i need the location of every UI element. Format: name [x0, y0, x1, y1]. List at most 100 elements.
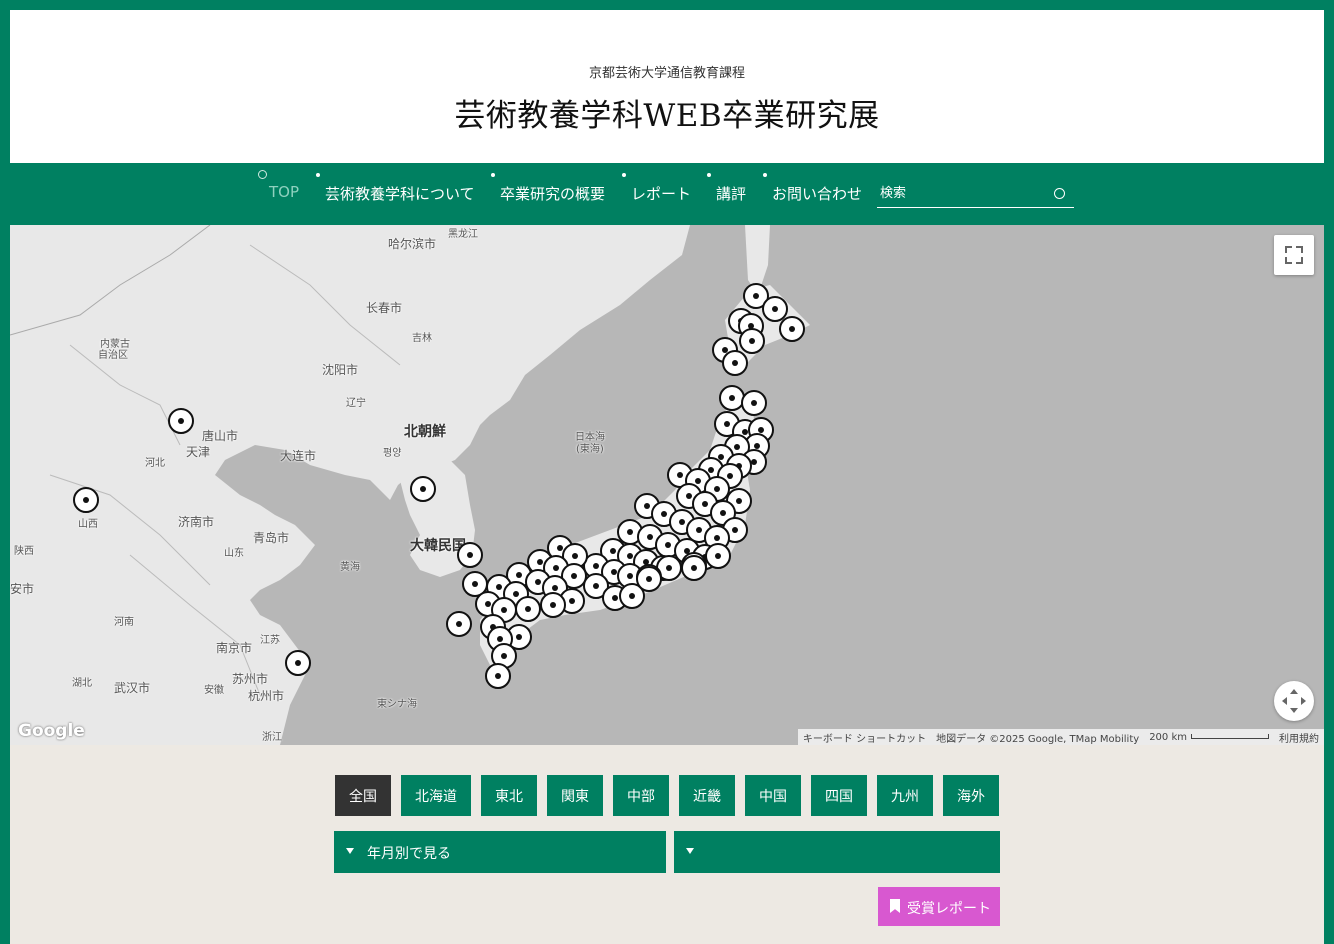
region-button-hokkaido[interactable]: 北海道	[401, 775, 471, 816]
map-pan-control[interactable]	[1274, 681, 1314, 721]
region-button-shikoku[interactable]: 四国	[811, 775, 867, 816]
map-marker[interactable]	[722, 350, 748, 376]
region-button-kyushu[interactable]: 九州	[877, 775, 933, 816]
map-marker[interactable]	[410, 476, 436, 502]
region-button-kanto[interactable]: 関東	[547, 775, 603, 816]
map-marker[interactable]	[485, 663, 511, 689]
map-label-pyongyang: 평양	[383, 448, 402, 459]
nav-item-reviews[interactable]: 講評	[716, 183, 746, 204]
map-label-hubei: 湖北	[72, 678, 92, 689]
map-label-shaanxi: 陕西	[14, 546, 34, 557]
map-attribution: キーボード ショートカット 地図データ ©2025 Google, TMap M…	[797, 729, 1324, 745]
bookmark-icon	[890, 899, 900, 913]
region-button-all[interactable]: 全国	[335, 775, 391, 816]
nav-item-overview[interactable]: 卒業研究の概要	[500, 183, 605, 204]
map-marker[interactable]	[779, 316, 805, 342]
nav-dot	[707, 173, 711, 177]
map-label-xian: 安市	[10, 582, 35, 596]
google-logo: Google	[18, 721, 85, 741]
map-data-credit: 地図データ ©2025 Google, TMap Mobility	[936, 733, 1140, 745]
map-label-shandong: 山东	[224, 548, 244, 559]
region-button-tohoku[interactable]: 東北	[481, 775, 537, 816]
map-marker[interactable]	[457, 542, 483, 568]
map-scale-bar	[1191, 734, 1269, 739]
map-label-changchun: 长春市	[366, 301, 403, 315]
map-label-north-korea: 北朝鮮	[404, 424, 446, 440]
map-label-liaoning: 辽宁	[346, 398, 366, 409]
map-label-east-china-sea: 東シナ海	[377, 699, 417, 710]
nav-active-indicator	[258, 170, 267, 179]
map-terrain	[10, 225, 810, 745]
map-label-jilin: 吉林	[412, 333, 432, 344]
map-marker[interactable]	[285, 650, 311, 676]
secondary-select[interactable]	[674, 831, 1000, 873]
map-label-shanxi: 山西	[78, 519, 98, 530]
terms-link[interactable]: 利用規約	[1274, 730, 1324, 745]
map-label-heilongjiang: 黑龙江	[448, 229, 478, 240]
map-scale: 200 km	[1144, 732, 1274, 743]
map-label-inner-mongolia-2: 自治区	[98, 350, 128, 361]
nav-dot	[763, 173, 767, 177]
keyboard-shortcuts-link[interactable]: キーボード ショートカット	[798, 730, 931, 745]
map-marker[interactable]	[446, 611, 472, 637]
map-label-zhejiang: 浙江	[262, 732, 282, 743]
map-marker[interactable]	[636, 566, 662, 592]
map-marker[interactable]	[681, 555, 707, 581]
year-month-select[interactable]: 年月別で見る	[334, 831, 666, 873]
site-header: 京都芸術大学通信教育課程 芸術教養学科WEB卒業研究展	[10, 10, 1324, 163]
filter-panel: 全国 北海道 東北 関東 中部 近畿 中国 四国 九州 海外 年月別で見る 受賞…	[10, 745, 1324, 944]
award-reports-button[interactable]: 受賞レポート	[878, 887, 1000, 926]
map-label-jinan: 济南市	[178, 515, 215, 529]
map-label-anhui: 安徽	[204, 685, 224, 696]
fullscreen-icon	[1285, 246, 1303, 264]
search-input[interactable]	[880, 183, 1040, 203]
nav-item-contact[interactable]: お問い合わせ	[772, 183, 862, 204]
region-button-chubu[interactable]: 中部	[613, 775, 669, 816]
main-nav: TOP 芸術教養学科について 卒業研究の概要 レポート 講評 お問い合わせ	[0, 163, 1334, 225]
map-label-wuhan: 武汉市	[114, 681, 151, 695]
nav-item-top[interactable]: TOP	[269, 183, 299, 201]
nav-dot	[491, 173, 495, 177]
map-label-harbin: 哈尔滨市	[388, 237, 437, 251]
map-scale-label: 200 km	[1149, 731, 1187, 743]
map-label-yellow-sea: 黄海	[340, 562, 360, 573]
map-marker[interactable]	[739, 328, 765, 354]
map-marker[interactable]	[168, 408, 194, 434]
map-marker[interactable]	[741, 390, 767, 416]
dropdown-arrow-icon	[346, 848, 354, 854]
dropdown-arrow-icon	[686, 848, 694, 854]
region-button-kinki[interactable]: 近畿	[679, 775, 735, 816]
region-button-overseas[interactable]: 海外	[943, 775, 999, 816]
region-button-chugoku[interactable]: 中国	[745, 775, 801, 816]
fullscreen-button[interactable]	[1274, 235, 1314, 275]
map-label-sea-of-japan-2: (東海)	[576, 444, 604, 455]
site-subtitle: 京都芸術大学通信教育課程	[588, 66, 745, 81]
site-title[interactable]: 芸術教養学科WEB卒業研究展	[10, 90, 1324, 135]
map-label-qingdao: 青岛市	[253, 531, 290, 545]
map-label-hebei: 河北	[145, 458, 165, 469]
map-label-hangzhou: 杭州市	[248, 689, 285, 703]
nav-item-reports[interactable]: レポート	[631, 183, 691, 204]
map-label-suzhou: 苏州市	[232, 672, 269, 686]
search-icon[interactable]	[1054, 188, 1065, 199]
search-box	[877, 179, 1074, 208]
year-month-select-label: 年月別で見る	[367, 846, 451, 862]
map-label-shenyang: 沈阳市	[322, 363, 359, 377]
map-label-dalian: 大连市	[280, 449, 317, 463]
nav-dot	[316, 173, 320, 177]
map-marker[interactable]	[705, 543, 731, 569]
map-marker[interactable]	[540, 592, 566, 618]
nav-item-about[interactable]: 芸術教養学科について	[325, 183, 475, 204]
map-marker[interactable]	[73, 487, 99, 513]
pan-arrows-icon	[1282, 689, 1306, 713]
map-label-henan: 河南	[114, 617, 134, 628]
award-reports-label: 受賞レポート	[907, 901, 991, 917]
map-label-jiangsu: 江苏	[260, 635, 280, 646]
nav-dot	[622, 173, 626, 177]
map-label-tianjin: 天津	[186, 445, 211, 459]
map-label-tangshan: 唐山市	[202, 429, 239, 443]
map-view[interactable]: 哈尔滨市 黑龙江 长春市 吉林 沈阳市 辽宁 内蒙古 自治区 唐山市 天津 河北…	[10, 225, 1324, 745]
landmass-china	[10, 225, 690, 745]
map-marker[interactable]	[515, 596, 541, 622]
map-label-nanjing: 南京市	[216, 641, 253, 655]
